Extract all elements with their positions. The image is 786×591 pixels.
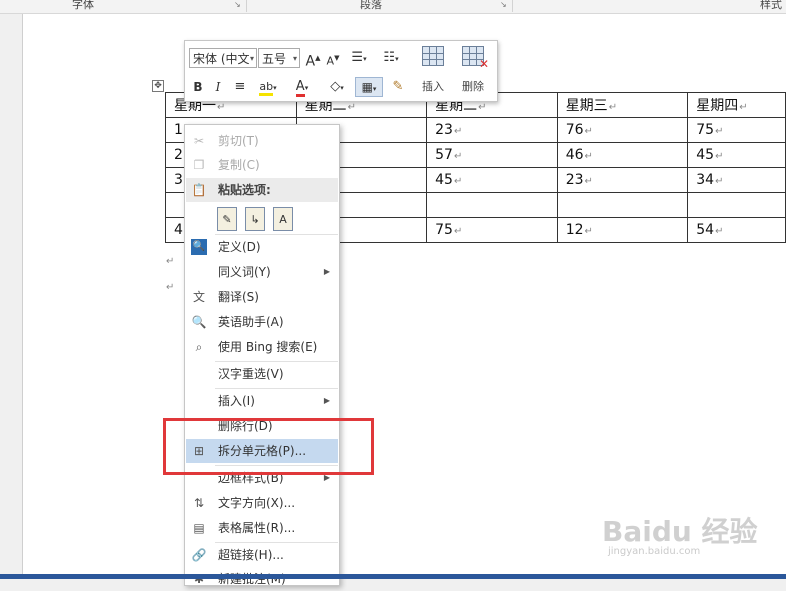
chevron-down-icon: ▾ [292, 54, 297, 63]
delete-table-button[interactable]: ✕ 删除 [453, 46, 493, 94]
translate-icon: 文 [192, 290, 205, 304]
table-move-handle-icon[interactable]: ✥ [152, 80, 164, 92]
table-cell[interactable]: 星期四↵ [687, 92, 786, 118]
table-cell[interactable]: 45↵ [687, 142, 786, 168]
ribbon-separator [246, 0, 247, 12]
chevron-down-icon: ▾ [249, 54, 254, 63]
paste-text-only-icon[interactable]: A [273, 207, 293, 231]
table-cell[interactable]: 23↵ [556, 167, 689, 193]
menu-item-hyperlink[interactable]: 🔗 超链接(H)... [186, 543, 338, 567]
ribbon-group-styles-label: 样式 [760, 0, 782, 11]
ribbon-group-paragraph-label: 段落 [360, 0, 382, 11]
center-align-icon[interactable]: ≡ [231, 77, 249, 97]
font-color-icon[interactable]: A▾ [287, 77, 317, 97]
context-menu: ✂ 剪切(T) ❐ 复制(C) 📋 粘贴选项: ✎ ↳ A 🔍 定义(D) 同义词(Y)… [184, 124, 340, 586]
menu-item-table-properties[interactable]: ▤ 表格属性(R)... [186, 516, 338, 540]
menu-item-text-direction[interactable]: ⇅ 文字方向(X)... [186, 491, 338, 515]
table-cell[interactable]: 75↵ [687, 117, 786, 143]
annotation-highlight-box [163, 418, 374, 475]
insert-table-button[interactable]: 插入 [413, 46, 453, 94]
table-cell[interactable]: 57↵ [426, 142, 558, 168]
text-direction-icon: ⇅ [193, 496, 205, 510]
table-cell[interactable]: 75↵ [426, 217, 558, 243]
menu-item-new-comment[interactable]: ✱ 新建批注(M) [186, 567, 338, 591]
ribbon-group-font-label: 字体 [72, 0, 94, 11]
bold-icon[interactable]: B [189, 77, 207, 97]
clipboard-icon: 📋 [191, 183, 207, 197]
table-cell[interactable] [687, 192, 786, 218]
paste-merge-formatting-icon[interactable]: ↳ [245, 207, 265, 231]
submenu-arrow-icon: ▶ [323, 267, 330, 276]
menu-item-bing-search[interactable]: ⌕ 使用 Bing 搜索(E) [186, 335, 338, 359]
watermark-logo: Baidu 经验 [602, 515, 758, 548]
delete-table-icon: ✕ [462, 46, 489, 71]
borders-icon[interactable]: ▦▾ [355, 77, 383, 97]
menu-item-insert[interactable]: 插入(I) ▶ [186, 389, 338, 413]
menu-item-hanzi-reselect[interactable]: 汉字重选(V) [186, 362, 338, 386]
table-cell[interactable]: 12↵ [556, 217, 689, 243]
table-cell[interactable]: 23↵ [426, 117, 558, 143]
italic-icon[interactable]: I [209, 77, 227, 97]
paragraph-dialog-launcher-icon[interactable]: ↘ [500, 1, 508, 9]
table-properties-icon: ▤ [193, 521, 205, 535]
menu-item-define[interactable]: 🔍 定义(D) [186, 235, 338, 259]
ribbon-group-labels: 字体 ↘ 段落 ↘ 样式 [0, 0, 786, 14]
insert-table-icon [422, 46, 444, 66]
paragraph-mark: ↵ [166, 256, 175, 267]
table-cell[interactable]: 54↵ [687, 217, 786, 243]
highlight-color-icon[interactable]: ab▾ [253, 77, 283, 97]
magnifier-icon: 🔍 [191, 315, 207, 329]
watermark-url: jingyan.baidu.com [608, 546, 701, 557]
menu-item-copy[interactable]: ❐ 复制(C) [186, 153, 338, 177]
scissors-icon: ✂ [193, 134, 205, 148]
font-dialog-launcher-icon[interactable]: ↘ [234, 1, 242, 9]
search-icon: ⌕ [195, 340, 203, 354]
format-painter-icon[interactable]: ✎ [389, 77, 407, 97]
submenu-arrow-icon: ▶ [323, 396, 330, 405]
bullets-icon[interactable]: ☰▾ [345, 48, 373, 68]
shrink-font-icon[interactable]: A▼ [325, 48, 341, 68]
menu-item-synonyms[interactable]: 同义词(Y) ▶ [186, 260, 338, 284]
numbering-icon[interactable]: ☷▾ [377, 48, 405, 68]
paste-options-group: ✎ ↳ A [215, 207, 335, 233]
ribbon-separator [512, 0, 513, 12]
copy-icon: ❐ [193, 158, 205, 172]
table-cell[interactable]: 45↵ [426, 167, 558, 193]
mini-toolbar: 宋体 (中文 ▾ 五号 ▾ A▲ A▼ ☰▾ ☷▾ B I ≡ ab▾ A▾ ◇▾ … [184, 40, 498, 102]
font-size-select[interactable]: 五号 ▾ [258, 48, 300, 68]
define-book-icon: 🔍 [191, 239, 207, 255]
menu-item-translate[interactable]: 文翻译(S) [186, 285, 338, 309]
table-cell[interactable]: 76↵ [556, 117, 689, 143]
link-icon: 🔗 [191, 548, 207, 562]
table-cell[interactable]: 星期三↵ [556, 92, 689, 118]
shading-icon[interactable]: ◇▾ [323, 77, 351, 97]
paragraph-mark: ↵ [166, 282, 175, 293]
paste-options-header: 📋 粘贴选项: [186, 178, 338, 202]
menu-item-english-assistant[interactable]: 🔍 英语助手(A) [186, 310, 338, 334]
table-cell[interactable] [426, 192, 558, 218]
table-cell[interactable] [556, 192, 689, 218]
table-cell[interactable]: 46↵ [556, 142, 689, 168]
menu-item-cut[interactable]: ✂ 剪切(T) [186, 129, 338, 153]
font-name-select[interactable]: 宋体 (中文 ▾ [189, 48, 257, 68]
status-bar [0, 574, 786, 579]
grow-font-icon[interactable]: A▲ [305, 48, 321, 70]
paste-keep-formatting-icon[interactable]: ✎ [217, 207, 237, 231]
table-cell[interactable]: 34↵ [687, 167, 786, 193]
